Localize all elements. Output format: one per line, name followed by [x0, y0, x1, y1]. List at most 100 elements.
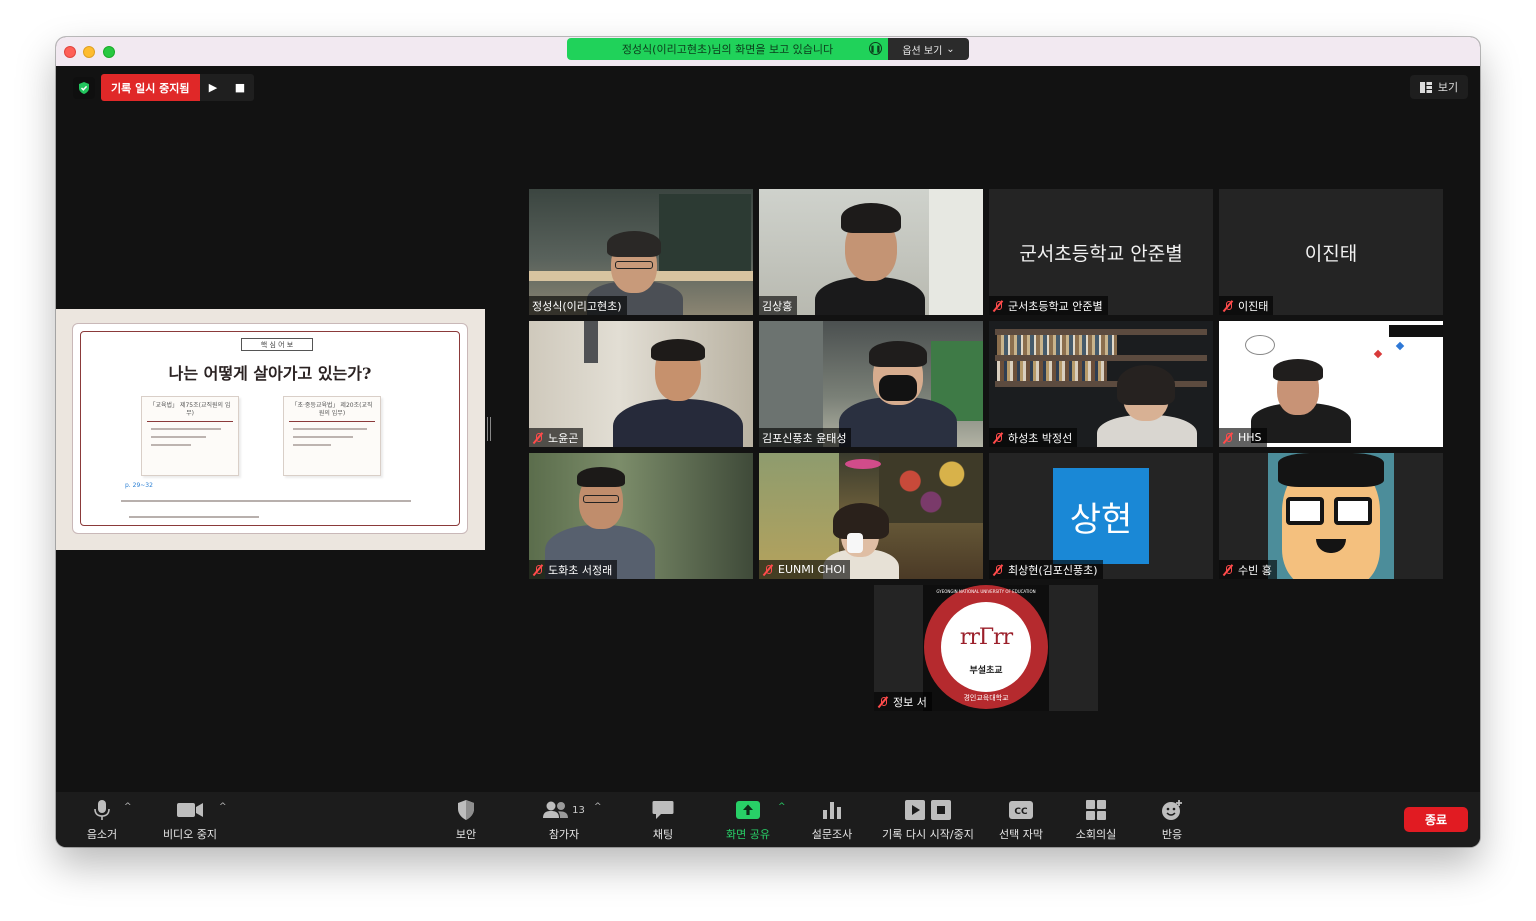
chat-label: 채팅 — [652, 828, 674, 841]
chat-bubble-icon — [652, 801, 674, 819]
participant-name-tag: 정성식(이리고현초) — [529, 296, 627, 315]
layout-icon — [1419, 81, 1432, 93]
share-screen-icon — [736, 801, 760, 819]
video-tile-video-off[interactable]: 이진태 이진태 — [1219, 189, 1443, 315]
muted-mic-icon — [992, 432, 1004, 444]
participant-name-tag: 김상홍 — [759, 296, 798, 315]
participants-label: 참가자 — [548, 828, 580, 841]
muted-mic-icon — [1222, 564, 1234, 576]
shared-screen[interactable]: 핵 심 어 보 나는 어떻게 살아가고 있는가? 「교육법」 제75조(교직원의… — [56, 309, 485, 550]
zoom-window: 정성식(이리고현초)님의 화면을 보고 있습니다 ❚❚ 옵션 보기 ⌄ 기록 일… — [56, 37, 1480, 847]
mute-options-caret[interactable]: ^ — [124, 802, 132, 812]
video-tile-speaker[interactable]: 정성식(이리고현초) — [529, 189, 753, 315]
video-tile-video-off[interactable]: 수빈 홍 — [1219, 453, 1443, 579]
participant-display-name: 군서초등학교 안준별 — [1019, 243, 1183, 265]
logo-ring-text: GYEONGIN NATIONAL UNIVERSITY OF EDUCATIO… — [936, 589, 1036, 594]
video-tile[interactable]: 도화초 서정래 — [529, 453, 753, 579]
school-logo: GYEONGIN NATIONAL UNIVERSITY OF EDUCATIO… — [923, 585, 1049, 711]
participant-name-tag: 최상현(김포신풍초) — [989, 560, 1103, 579]
participant-name-tag: 하성초 박정선 — [989, 428, 1078, 447]
presentation-slide: 핵 심 어 보 나는 어떻게 살아가고 있는가? 「교육법」 제75조(교직원의… — [72, 323, 468, 534]
view-options-button[interactable]: 옵션 보기 ⌄ — [888, 38, 969, 60]
video-options-caret[interactable]: ^ — [219, 802, 227, 812]
share-banner-text: 정성식(이리고현초)님의 화면을 보고 있습니다 — [621, 43, 834, 56]
video-tile-video-off[interactable]: GYEONGIN NATIONAL UNIVERSITY OF EDUCATIO… — [874, 585, 1098, 711]
logo-bottom-text: 경인교육대학교 — [963, 694, 1009, 702]
share-label: 화면 공유 — [726, 828, 770, 841]
close-window-button[interactable] — [64, 46, 76, 58]
smiley-plus-icon — [1162, 800, 1182, 820]
split-view-resize-handle[interactable] — [487, 417, 491, 441]
stop-icon — [931, 800, 951, 820]
security-button[interactable]: 보안 — [416, 799, 516, 843]
slide-title: 나는 어떻게 살아가고 있는가? — [168, 364, 372, 383]
video-tile-video-off[interactable]: 군서초등학교 안준별 군서초등학교 안준별 — [989, 189, 1213, 315]
pause-icon[interactable]: ❚❚ — [869, 42, 882, 55]
meeting-controls-toolbar: ^ 음소거 ^ 비디오 중지 보안 13 ^ 참가자 채팅 ^ 화면 공유 설문… — [56, 792, 1480, 847]
slide-note-education-act: 「교육법」 제75조(교직원의 임무) — [141, 396, 239, 476]
stop-recording-button[interactable]: ■ — [226, 74, 254, 101]
mute-label: 음소거 — [86, 828, 118, 841]
participants-count: 13 — [572, 804, 585, 816]
end-meeting-button[interactable]: 종료 — [1404, 807, 1468, 832]
view-button[interactable]: 보기 — [1410, 75, 1468, 99]
stop-video-button[interactable]: ^ 비디오 중지 — [140, 799, 240, 843]
video-tile-video-off[interactable]: 상현 최상현(김포신풍초) — [989, 453, 1213, 579]
participants-button[interactable]: 13 ^ 참가자 — [514, 799, 614, 843]
muted-mic-icon — [532, 564, 544, 576]
muted-mic-icon — [762, 564, 774, 576]
participant-name-tag: 김포신풍초 윤태성 — [759, 428, 852, 447]
title-bar: 정성식(이리고현초)님의 화면을 보고 있습니다 ❚❚ 옵션 보기 ⌄ — [56, 37, 1480, 66]
participant-name-tag: 노윤곤 — [529, 428, 584, 447]
recording-status: 기록 일시 중지됨 — [101, 74, 200, 101]
participant-name-tag: 도화초 서정래 — [529, 560, 618, 579]
participant-name-tag: HHS — [1219, 428, 1267, 447]
participant-name-tag: 이진태 — [1219, 296, 1274, 315]
security-shield-icon[interactable] — [73, 77, 95, 99]
logo-school-text: 부설초교 — [969, 666, 1003, 676]
video-camera-icon — [177, 803, 203, 817]
profile-avatar — [1268, 453, 1394, 579]
video-tile[interactable]: 노윤곤 — [529, 321, 753, 447]
svg-text:CC: CC — [1014, 807, 1028, 817]
mute-button[interactable]: ^ 음소거 — [56, 799, 152, 843]
slide-tag: 핵 심 어 보 — [241, 338, 313, 351]
participants-icon — [543, 801, 569, 818]
minimize-window-button[interactable] — [83, 46, 95, 58]
closed-captions-icon: CC — [1009, 801, 1033, 819]
chevron-down-icon: ⌄ — [946, 43, 955, 55]
polls-button[interactable]: 설문조사 — [782, 799, 882, 843]
resume-recording-button[interactable]: ▶ — [199, 74, 227, 101]
avatar-text: 상현 — [1069, 499, 1133, 540]
muted-mic-icon — [1222, 432, 1234, 444]
slide-page-ref: p. 29~32 — [125, 482, 153, 489]
slide-note-elementary-act: 「초·중등교육법」 제20조(교직원의 임무) — [283, 396, 381, 476]
video-tile[interactable]: 하성초 박정선 — [989, 321, 1213, 447]
zoom-window-button[interactable] — [103, 46, 115, 58]
video-tile[interactable]: EUNMI CHOI — [759, 453, 983, 579]
record-button[interactable]: 기록 다시 시작/중지 — [868, 799, 988, 843]
muted-mic-icon — [877, 696, 889, 708]
participant-name-tag: 정보 서 — [874, 692, 932, 711]
video-tile[interactable]: 김포신풍초 윤태성 — [759, 321, 983, 447]
bar-chart-icon — [823, 802, 841, 819]
reactions-button[interactable]: 반응 — [1122, 799, 1222, 843]
video-tile[interactable]: HHS — [1219, 321, 1443, 447]
participant-gallery: 정성식(이리고현초) 김상홍 군서초등학교 안준별 군서초등학교 안준별 이진태… — [529, 189, 1443, 713]
note-heading: 「초·중등교육법」 제20조(교직원의 임무) — [289, 402, 375, 422]
video-label: 비디오 중지 — [162, 828, 218, 841]
security-label: 보안 — [455, 828, 477, 841]
polls-label: 설문조사 — [811, 828, 853, 841]
reactions-label: 반응 — [1161, 828, 1183, 841]
participant-name-tag: EUNMI CHOI — [759, 560, 851, 579]
participant-display-name: 이진태 — [1304, 243, 1358, 265]
muted-mic-icon — [1222, 300, 1234, 312]
breakout-label: 소회의실 — [1075, 828, 1117, 841]
participant-name-tag: 수빈 홍 — [1219, 560, 1277, 579]
captions-label: 선택 자막 — [999, 828, 1043, 841]
video-tile[interactable]: 김상홍 — [759, 189, 983, 315]
note-heading: 「교육법」 제75조(교직원의 임무) — [147, 402, 233, 422]
participants-options-caret[interactable]: ^ — [594, 802, 602, 812]
view-label: 보기 — [1437, 81, 1459, 94]
microphone-icon — [94, 800, 110, 820]
